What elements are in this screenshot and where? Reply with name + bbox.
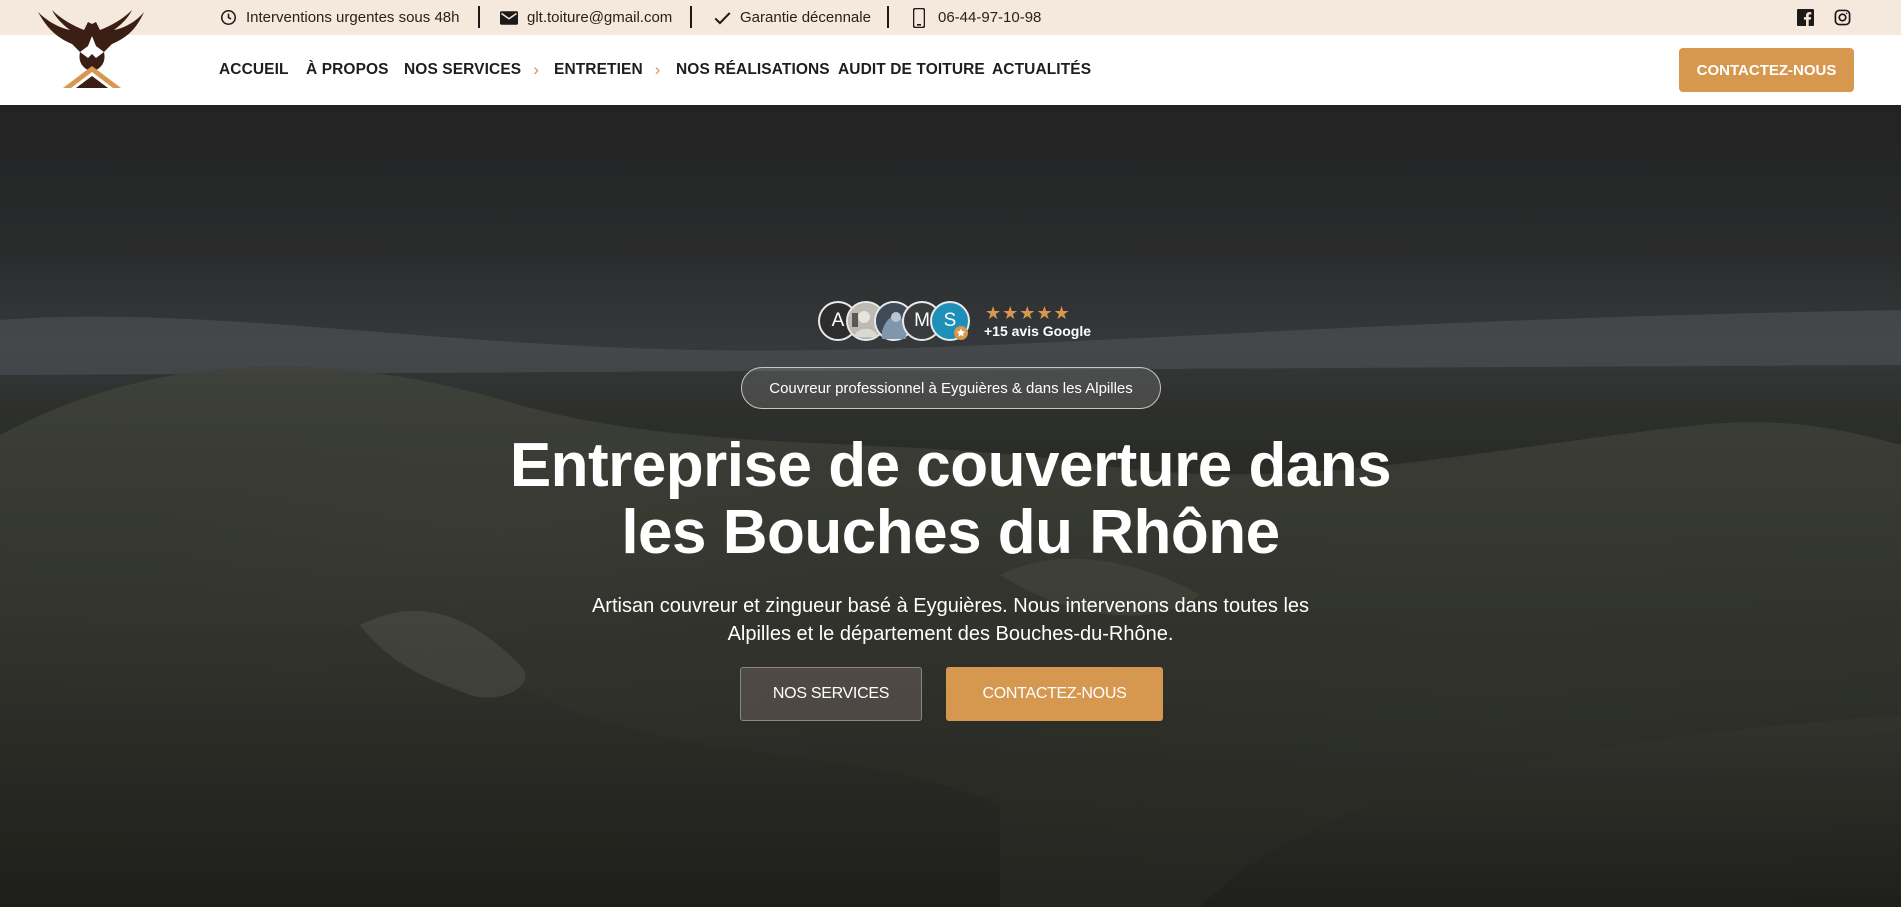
phone-icon (913, 7, 925, 28)
guarantee-text: Garantie décennale (740, 9, 871, 26)
eagle-wings (38, 10, 144, 52)
email-link[interactable]: glt.toiture@gmail.com (500, 0, 672, 35)
nav-label: À PROPOS (306, 61, 389, 78)
nav-item-a-propos[interactable]: À PROPOS (306, 35, 389, 105)
nav-label: ACTUALITÉS (992, 61, 1092, 78)
topbar-divider (478, 6, 480, 28)
check-icon (714, 11, 731, 25)
contact-button-header[interactable]: CONTACTEZ-NOUS (1679, 48, 1854, 92)
instagram-icon[interactable] (1834, 9, 1851, 26)
avatar-initial: A (831, 310, 845, 331)
eagle-logo[interactable] (36, 8, 146, 90)
nav-item-nos-services[interactable]: NOS SERVICES › (404, 35, 539, 105)
google-star-badge-icon (954, 326, 968, 340)
avatar-initial: M (914, 310, 930, 331)
topbar-divider (887, 6, 889, 28)
chevron-right-icon: › (654, 60, 661, 79)
nav-label: NOS SERVICES (404, 61, 522, 78)
nav-item-nos-realisations[interactable]: NOS RÉALISATIONS (676, 35, 830, 105)
topbar-divider (690, 6, 692, 28)
rating-stars: ★★★★★ (985, 303, 1071, 323)
hero-title-line: les Bouches du Rhône (621, 498, 1280, 567)
urgent-text: Interventions urgentes sous 48h (246, 9, 460, 26)
hero-title: Entreprise de couverture dans les Bouche… (450, 432, 1451, 566)
location-badge: Couvreur professionnel à Eyguières & dan… (741, 367, 1161, 409)
google-reviews-count[interactable]: +15 avis Google (984, 323, 1091, 339)
nav-item-actualites[interactable]: ACTUALITÉS (992, 35, 1091, 105)
nav-label: ENTRETIEN (554, 61, 643, 78)
hero-description-line: Alpilles et le département des Bouches-d… (727, 623, 1174, 645)
hero-description: Artisan couvreur et zingueur basé à Eygu… (560, 592, 1341, 648)
facebook-icon[interactable] (1797, 9, 1814, 26)
nav-item-entretien[interactable]: ENTRETIEN › (554, 35, 661, 105)
nav-label: AUDIT DE TOITURE (838, 61, 985, 78)
services-button[interactable]: NOS SERVICES (740, 667, 922, 721)
nav-item-accueil[interactable]: ACCUEIL (219, 35, 289, 105)
nav-item-audit-de-toiture[interactable]: AUDIT DE TOITURE (838, 35, 985, 105)
urgent-interventions: Interventions urgentes sous 48h (220, 0, 459, 35)
email-text: glt.toiture@gmail.com (527, 9, 673, 26)
contact-button[interactable]: CONTACTEZ-NOUS (946, 667, 1163, 721)
envelope-icon (500, 10, 518, 25)
clock-icon (220, 9, 237, 26)
chevron-right-icon: › (533, 60, 539, 79)
phone-text: 06-44-97-10-98 (938, 9, 1042, 26)
phone-link[interactable]: 06-44-97-10-98 (913, 0, 1041, 35)
hero-description-line: Artisan couvreur et zingueur basé à Eygu… (591, 595, 1310, 617)
hero-title-line: Entreprise de couverture dans (509, 431, 1392, 500)
guarantee-info: Garantie décennale (714, 0, 871, 35)
nav-label: NOS RÉALISATIONS (676, 61, 830, 78)
nav-label: ACCUEIL (219, 61, 289, 78)
